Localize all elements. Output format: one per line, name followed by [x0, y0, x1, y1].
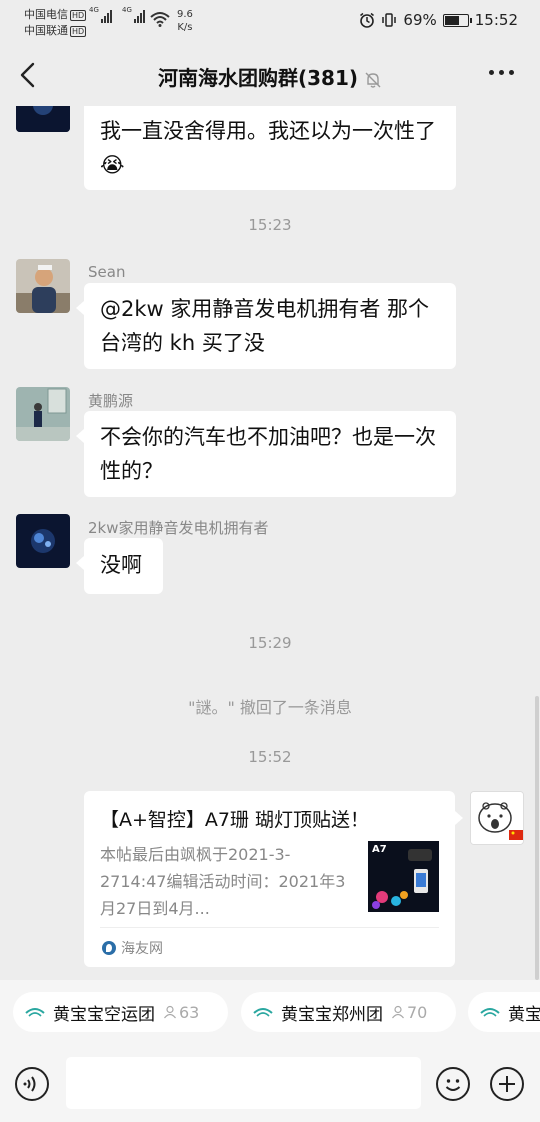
message-bubble[interactable]: @2kw 家用静音发电机拥有者 那个台湾的 kh 买了没 [76, 283, 456, 369]
timestamp: 15:23 [248, 216, 292, 234]
avatar[interactable] [16, 387, 70, 441]
group-logo-icon [253, 1008, 273, 1017]
chip-group[interactable]: 黄宝 [468, 992, 540, 1032]
group-chips-bar: 黄宝宝空运团 63 黄宝宝郑州团 70 黄宝 [0, 980, 540, 1042]
message-text: 不会你的汽车也不加油吧？也是一次性的？ [100, 425, 436, 483]
my-avatar[interactable] [470, 791, 524, 845]
message-text: 我一直没舍得用。我还以为一次性了 [100, 119, 436, 143]
status-right: 69% 15:52 [359, 11, 518, 29]
ellipsis-icon[interactable] [489, 70, 514, 75]
card-thumbnail-label: A7 [372, 844, 387, 855]
alarm-icon [360, 12, 375, 28]
vibrate-icon [382, 13, 397, 27]
card-source-label: 海友网 [121, 941, 163, 957]
bell-mute-icon [365, 72, 381, 88]
wifi-icon [150, 12, 170, 27]
battery-percent: 69% [403, 11, 437, 29]
divider [100, 927, 439, 928]
avatar[interactable] [16, 514, 70, 568]
message-text: @2kw 家用静音发电机拥有者 那个台湾的 kh 买了没 [100, 297, 430, 355]
card-title: 【A+智控】A7珊 瑚灯顶贴送！ [100, 809, 370, 831]
chat-header: 河南海水团购群(381) [0, 44, 540, 106]
group-logo-icon [25, 1008, 45, 1017]
card-thumbnail: A7 [368, 841, 439, 912]
chip-label: 黄宝宝空运团 [53, 1004, 155, 1025]
status-bar: 中国电信 HD 中国联通 HD 4G 4G 9.6 K/s 69% 15:52 [0, 0, 540, 44]
timestamp: 15:52 [248, 748, 292, 766]
net-speed: 9.6 K/s [177, 9, 193, 33]
timestamp: 15:29 [248, 634, 292, 652]
member-count: 63 [163, 1003, 199, 1022]
card-description: 本帖最后由飒枫于2021-3-2714:47编辑活动时间：2021年3月27日到… [100, 845, 346, 918]
emoji-icon[interactable] [436, 1067, 470, 1101]
crying-emoji-icon: 😭 [100, 153, 125, 177]
message-text: 没啊 [100, 553, 142, 577]
chip-group[interactable]: 黄宝宝郑州团 70 [241, 992, 456, 1032]
signal-icon: 4G [89, 6, 112, 23]
input-bar [0, 1042, 540, 1122]
chip-group[interactable]: 黄宝宝空运团 63 [13, 992, 228, 1032]
sender-name: 黄鹏源 [88, 392, 134, 410]
message-input[interactable] [66, 1057, 421, 1109]
person-icon [164, 1005, 176, 1019]
message-bubble[interactable]: 不会你的汽车也不加油吧？也是一次性的？ [76, 411, 456, 497]
plus-icon[interactable] [490, 1067, 524, 1101]
signal-icon-2: 4G [122, 6, 145, 23]
recall-notice: "謎。" 撤回了一条消息 [188, 698, 352, 717]
source-logo-icon [102, 941, 116, 955]
status-time: 15:52 [474, 11, 518, 29]
avatar[interactable] [16, 106, 70, 132]
person-icon [392, 1005, 404, 1019]
carrier-1: 中国电信 HD [24, 8, 87, 21]
voice-icon[interactable] [15, 1067, 49, 1101]
group-logo-icon [480, 1008, 500, 1017]
battery-icon [442, 13, 472, 27]
message-bubble[interactable]: 我一直没舍得用。我还以为一次性了 😭 [84, 106, 456, 190]
link-card[interactable]: 【A+智控】A7珊 瑚灯顶贴送！ 本帖最后由飒枫于2021-3-2714:47编… [84, 791, 463, 967]
scrollbar[interactable] [535, 696, 539, 980]
sender-name: 2kw家用静音发电机拥有者 [88, 519, 269, 537]
chat-title-text: 河南海水团购群(381) [157, 66, 359, 90]
sender-name: Sean [88, 263, 126, 281]
chip-label: 黄宝宝郑州团 [281, 1004, 383, 1025]
chip-label: 黄宝 [508, 1004, 540, 1025]
chat-area[interactable]: 我一直没舍得用。我还以为一次性了 😭 15:23 Sean @2kw 家用静音发电… [0, 106, 540, 980]
carrier-2: 中国联通 HD [24, 24, 87, 37]
chat-title: 河南海水团购群(381) [0, 62, 540, 91]
member-count: 70 [391, 1003, 427, 1022]
message-bubble[interactable]: 没啊 [76, 538, 163, 594]
avatar[interactable] [16, 259, 70, 313]
card-source: 海友网 [102, 938, 163, 958]
